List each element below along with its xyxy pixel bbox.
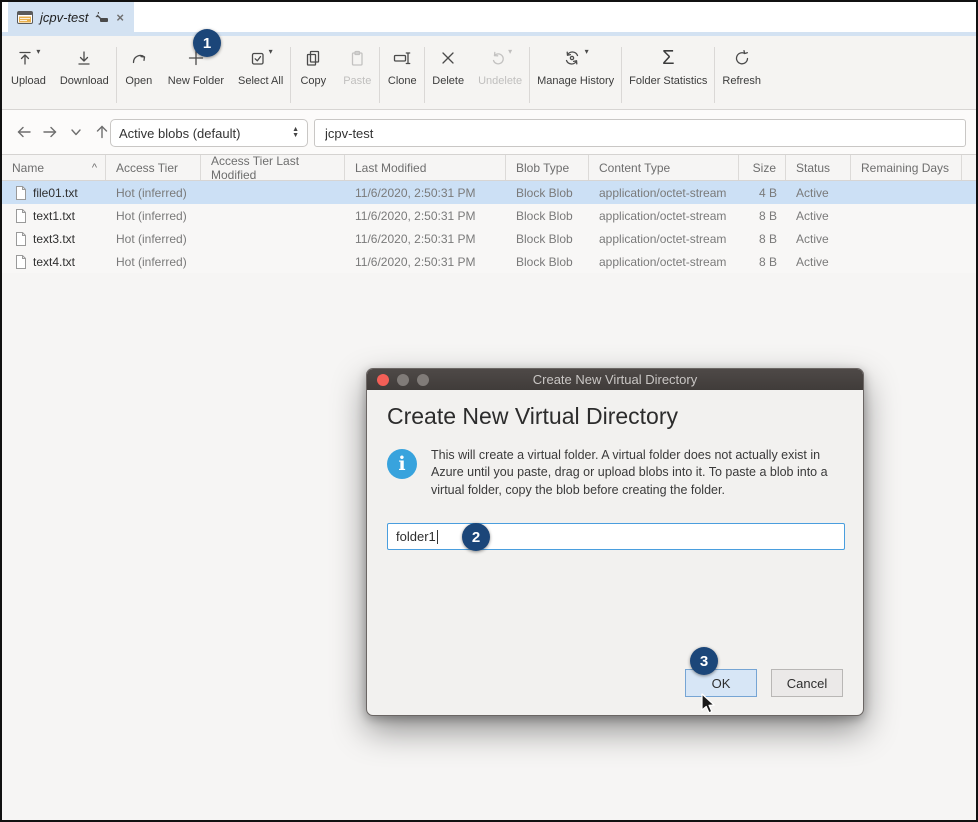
refresh-icon: [733, 49, 751, 67]
column-header-status[interactable]: Status: [786, 155, 851, 180]
file-icon: [15, 209, 27, 223]
dialog-info-text: This will create a virtual folder. A vir…: [431, 447, 843, 499]
column-header-content-type[interactable]: Content Type: [589, 155, 739, 180]
history-dropdown-button[interactable]: [64, 120, 88, 144]
text-caret: [437, 530, 438, 544]
download-icon: [75, 49, 93, 67]
step-badge-2: 2: [462, 523, 490, 551]
delete-icon: [439, 49, 457, 67]
ok-button[interactable]: OK: [685, 669, 757, 697]
sort-ascending-icon: ^: [92, 162, 97, 174]
select-all-icon: [249, 49, 267, 67]
back-button[interactable]: [12, 120, 36, 144]
paste-icon: [348, 49, 366, 67]
column-header-access-tier-last-modified[interactable]: Access Tier Last Modified: [201, 155, 345, 180]
refresh-button[interactable]: Refresh: [715, 45, 768, 87]
paste-button[interactable]: Paste: [335, 45, 379, 87]
download-button[interactable]: Download: [53, 45, 116, 87]
delete-button[interactable]: Delete: [425, 45, 471, 87]
undelete-button[interactable]: ▾ Undelete: [471, 45, 529, 87]
column-header-filler: [962, 155, 976, 180]
tab-connection-icon: [95, 11, 109, 23]
chevron-down-icon: ▾: [36, 47, 40, 56]
tab-title: jcpv-test: [40, 10, 88, 25]
copy-button[interactable]: Copy: [291, 45, 335, 87]
open-button[interactable]: Open: [117, 45, 161, 87]
up-icon: [93, 124, 111, 140]
blob-view-selector[interactable]: Active blobs (default) ▲▼: [110, 119, 308, 147]
close-window-button[interactable]: [377, 374, 389, 386]
app-window: jcpv-test × ▾ Upload: [0, 0, 978, 822]
column-header-blob-type[interactable]: Blob Type: [506, 155, 589, 180]
create-virtual-directory-dialog: Create New Virtual Directory Create New …: [366, 368, 864, 716]
forward-button[interactable]: [38, 120, 62, 144]
dialog-titlebar[interactable]: Create New Virtual Directory: [367, 369, 863, 390]
column-header-remaining-days[interactable]: Remaining Days: [851, 155, 962, 180]
table-row[interactable]: text3.txt Hot (inferred) 11/6/2020, 2:50…: [2, 227, 976, 250]
tab-bar: jcpv-test ×: [2, 2, 976, 36]
undelete-icon: [488, 49, 506, 67]
column-header-last-modified[interactable]: Last Modified: [345, 155, 506, 180]
chevron-down-icon: ▾: [508, 47, 512, 56]
table-header-row: Name ^ Access Tier Access Tier Last Modi…: [2, 155, 976, 181]
table-row[interactable]: file01.txt Hot (inferred) 11/6/2020, 2:5…: [2, 181, 976, 204]
folder-name-input[interactable]: folder1: [387, 523, 845, 550]
minimize-window-button[interactable]: [397, 374, 409, 386]
column-header-size[interactable]: Size: [739, 155, 786, 180]
file-icon: [15, 232, 27, 246]
path-breadcrumb-input[interactable]: [314, 119, 966, 147]
folder-statistics-button[interactable]: Σ Folder Statistics: [622, 45, 714, 87]
zoom-window-button[interactable]: [417, 374, 429, 386]
dialog-titlebar-title: Create New Virtual Directory: [367, 372, 863, 387]
blob-table: Name ^ Access Tier Access Tier Last Modi…: [2, 155, 976, 273]
select-all-button[interactable]: ▾ Select All: [231, 45, 290, 87]
dialog-heading: Create New Virtual Directory: [387, 403, 843, 430]
step-badge-1: 1: [193, 29, 221, 57]
upload-button[interactable]: ▾ Upload: [4, 45, 53, 87]
navigation-bar: Active blobs (default) ▲▼: [2, 110, 976, 155]
tab-close-icon[interactable]: ×: [116, 10, 124, 25]
copy-icon: [304, 49, 322, 67]
forward-icon: [41, 124, 59, 140]
chevron-down-icon: ▾: [269, 47, 273, 56]
select-stepper-icon: ▲▼: [292, 127, 299, 139]
info-icon: i: [387, 449, 417, 479]
mouse-cursor: [701, 693, 717, 715]
window-icon: [17, 11, 33, 24]
step-badge-3: 3: [690, 647, 718, 675]
column-header-name[interactable]: Name ^: [2, 155, 106, 180]
chevron-down-icon: [69, 125, 83, 139]
chevron-down-icon: ▾: [585, 47, 589, 56]
traffic-lights: [377, 374, 429, 386]
manage-history-icon: [563, 49, 583, 67]
open-icon: [129, 49, 149, 67]
sigma-icon: Σ: [662, 48, 674, 68]
clone-button[interactable]: Clone: [380, 45, 424, 87]
back-icon: [15, 124, 33, 140]
clone-icon: [392, 49, 412, 67]
tab-jcpv-test[interactable]: jcpv-test ×: [8, 2, 134, 32]
table-row[interactable]: text4.txt Hot (inferred) 11/6/2020, 2:50…: [2, 250, 976, 273]
column-header-access-tier[interactable]: Access Tier: [106, 155, 201, 180]
file-icon: [15, 255, 27, 269]
table-row[interactable]: text1.txt Hot (inferred) 11/6/2020, 2:50…: [2, 204, 976, 227]
file-icon: [15, 186, 27, 200]
cancel-button[interactable]: Cancel: [771, 669, 843, 697]
upload-icon: [16, 49, 34, 67]
manage-history-button[interactable]: ▾ Manage History: [530, 45, 621, 87]
main-toolbar: ▾ Upload Download Open New Folder: [2, 36, 976, 110]
